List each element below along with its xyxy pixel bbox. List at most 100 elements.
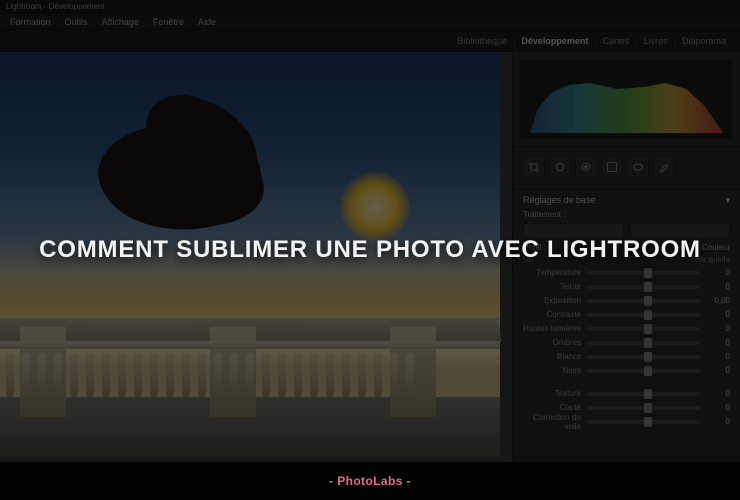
slider-label: Contraste — [523, 310, 581, 319]
photo-ornament — [80, 92, 300, 262]
menu-item-outils[interactable]: Outils — [65, 16, 88, 27]
module-cartes[interactable]: Cartes — [603, 36, 630, 46]
tool-strip — [513, 146, 740, 189]
slider-label: Température — [523, 268, 581, 277]
module-developpement[interactable]: Développement — [521, 36, 588, 46]
slider-track[interactable] — [587, 369, 700, 373]
slider-value[interactable]: 0,00 — [706, 296, 730, 305]
slider-teinte[interactable]: Teinte 0 — [523, 281, 730, 292]
wb-label: BB : — [523, 255, 538, 264]
gradient-filter-icon[interactable] — [601, 156, 623, 178]
photo-bridge — [0, 267, 500, 457]
treatment-label: Traitement : — [523, 210, 565, 219]
slider-track[interactable] — [587, 355, 700, 359]
spot-removal-icon[interactable] — [549, 156, 571, 178]
treatment-bw-button[interactable] — [630, 223, 731, 239]
brush-tool-icon[interactable] — [653, 156, 675, 178]
slider-thumb[interactable] — [644, 417, 652, 427]
slider-track[interactable] — [587, 299, 700, 303]
slider-value[interactable]: 0 — [706, 403, 730, 412]
slider-track[interactable] — [587, 285, 700, 289]
slider-thumb[interactable] — [644, 338, 652, 348]
slider-track[interactable] — [587, 271, 700, 275]
slider-thumb[interactable] — [644, 352, 652, 362]
footer-strip: - PhotoLabs - — [0, 462, 740, 500]
treatment-color-button[interactable] — [523, 223, 624, 239]
slider-clarte[interactable]: Clarté 0 — [523, 402, 730, 413]
brand-label: - PhotoLabs - — [329, 474, 411, 488]
menu-item-affichage[interactable]: Affichage — [102, 16, 139, 27]
slider-voile[interactable]: Correction du voile 0 — [523, 416, 730, 427]
window-title: Lightroom - Développement — [6, 2, 105, 11]
develop-right-panel: Réglages de base ▾ Traitement : Profil :… — [512, 52, 740, 480]
photo-sun — [340, 172, 410, 242]
menu-item-formation[interactable]: Formation — [10, 16, 51, 27]
slider-blancs[interactable]: Blancs 0 — [523, 351, 730, 362]
slider-label: Correction du voile — [523, 413, 581, 431]
histogram-graph — [530, 75, 723, 133]
slider-track[interactable] — [587, 341, 700, 345]
edited-photo — [0, 52, 500, 457]
module-bibliotheque[interactable]: Bibliothèque — [457, 36, 507, 46]
slider-texture[interactable]: Texture 0 — [523, 388, 730, 399]
profile-value[interactable]: Couleur — [702, 243, 730, 252]
module-separator: | — [674, 36, 676, 46]
profile-label: Profil : — [523, 243, 546, 252]
module-picker: Bibliothèque | Développement | Cartes | … — [0, 30, 740, 52]
window-titlebar: Lightroom - Développement — [0, 0, 740, 14]
slider-value[interactable]: 0 — [706, 389, 730, 398]
module-separator: | — [513, 36, 515, 46]
slider-track[interactable] — [587, 327, 700, 331]
slider-value[interactable]: 0 — [706, 282, 730, 291]
menu-bar: Formation Outils Affichage Fenêtre Aide — [0, 14, 740, 30]
menu-item-aide[interactable]: Aide — [198, 16, 216, 27]
slider-contraste[interactable]: Contraste 0 — [523, 309, 730, 320]
slider-thumb[interactable] — [644, 310, 652, 320]
basic-panel: Réglages de base ▾ Traitement : Profil :… — [513, 189, 740, 437]
basic-panel-header: Réglages de base — [523, 195, 596, 206]
slider-value[interactable]: 0 — [706, 268, 730, 277]
slider-thumb[interactable] — [644, 282, 652, 292]
slider-value[interactable]: 0 — [706, 310, 730, 319]
slider-label: Noirs — [523, 366, 581, 375]
slider-track[interactable] — [587, 420, 700, 424]
panel-collapse-icon[interactable]: ▾ — [725, 195, 730, 206]
redeye-icon[interactable] — [575, 156, 597, 178]
slider-noirs[interactable]: Noirs 0 — [523, 365, 730, 376]
slider-label: Texture — [523, 389, 581, 398]
slider-ombres[interactable]: Ombres 0 — [523, 337, 730, 348]
slider-thumb[interactable] — [644, 403, 652, 413]
slider-thumb[interactable] — [644, 296, 652, 306]
lightroom-app: Lightroom - Développement Formation Outi… — [0, 0, 740, 500]
wb-value[interactable]: Telle quelle — [690, 255, 730, 264]
image-canvas[interactable] — [0, 52, 512, 480]
slider-value[interactable]: 0 — [706, 417, 730, 426]
crop-tool-icon[interactable] — [523, 156, 545, 178]
slider-track[interactable] — [587, 392, 700, 396]
radial-filter-icon[interactable] — [627, 156, 649, 178]
slider-thumb[interactable] — [644, 389, 652, 399]
slider-thumb[interactable] — [644, 324, 652, 334]
module-diaporama[interactable]: Diaporama — [682, 36, 726, 46]
slider-value[interactable]: 0 — [706, 338, 730, 347]
module-separator: | — [635, 36, 637, 46]
slider-label: Blancs — [523, 352, 581, 361]
slider-thumb[interactable] — [644, 366, 652, 376]
slider-label: Ombres — [523, 338, 581, 347]
slider-value[interactable]: 0 — [706, 352, 730, 361]
histogram-panel[interactable] — [521, 60, 732, 138]
module-separator: | — [594, 36, 596, 46]
module-livres[interactable]: Livres — [644, 36, 668, 46]
slider-hautes-lumieres[interactable]: Hautes lumières 0 — [523, 323, 730, 334]
slider-label: Clarté — [523, 403, 581, 412]
slider-label: Teinte — [523, 282, 581, 291]
slider-temperature[interactable]: Température 0 — [523, 267, 730, 278]
slider-thumb[interactable] — [644, 268, 652, 278]
slider-exposition[interactable]: Exposition 0,00 — [523, 295, 730, 306]
slider-value[interactable]: 0 — [706, 324, 730, 333]
slider-track[interactable] — [587, 313, 700, 317]
slider-value[interactable]: 0 — [706, 366, 730, 375]
slider-track[interactable] — [587, 406, 700, 410]
menu-item-fenetre[interactable]: Fenêtre — [153, 16, 184, 27]
slider-label: Hautes lumières — [523, 324, 581, 333]
